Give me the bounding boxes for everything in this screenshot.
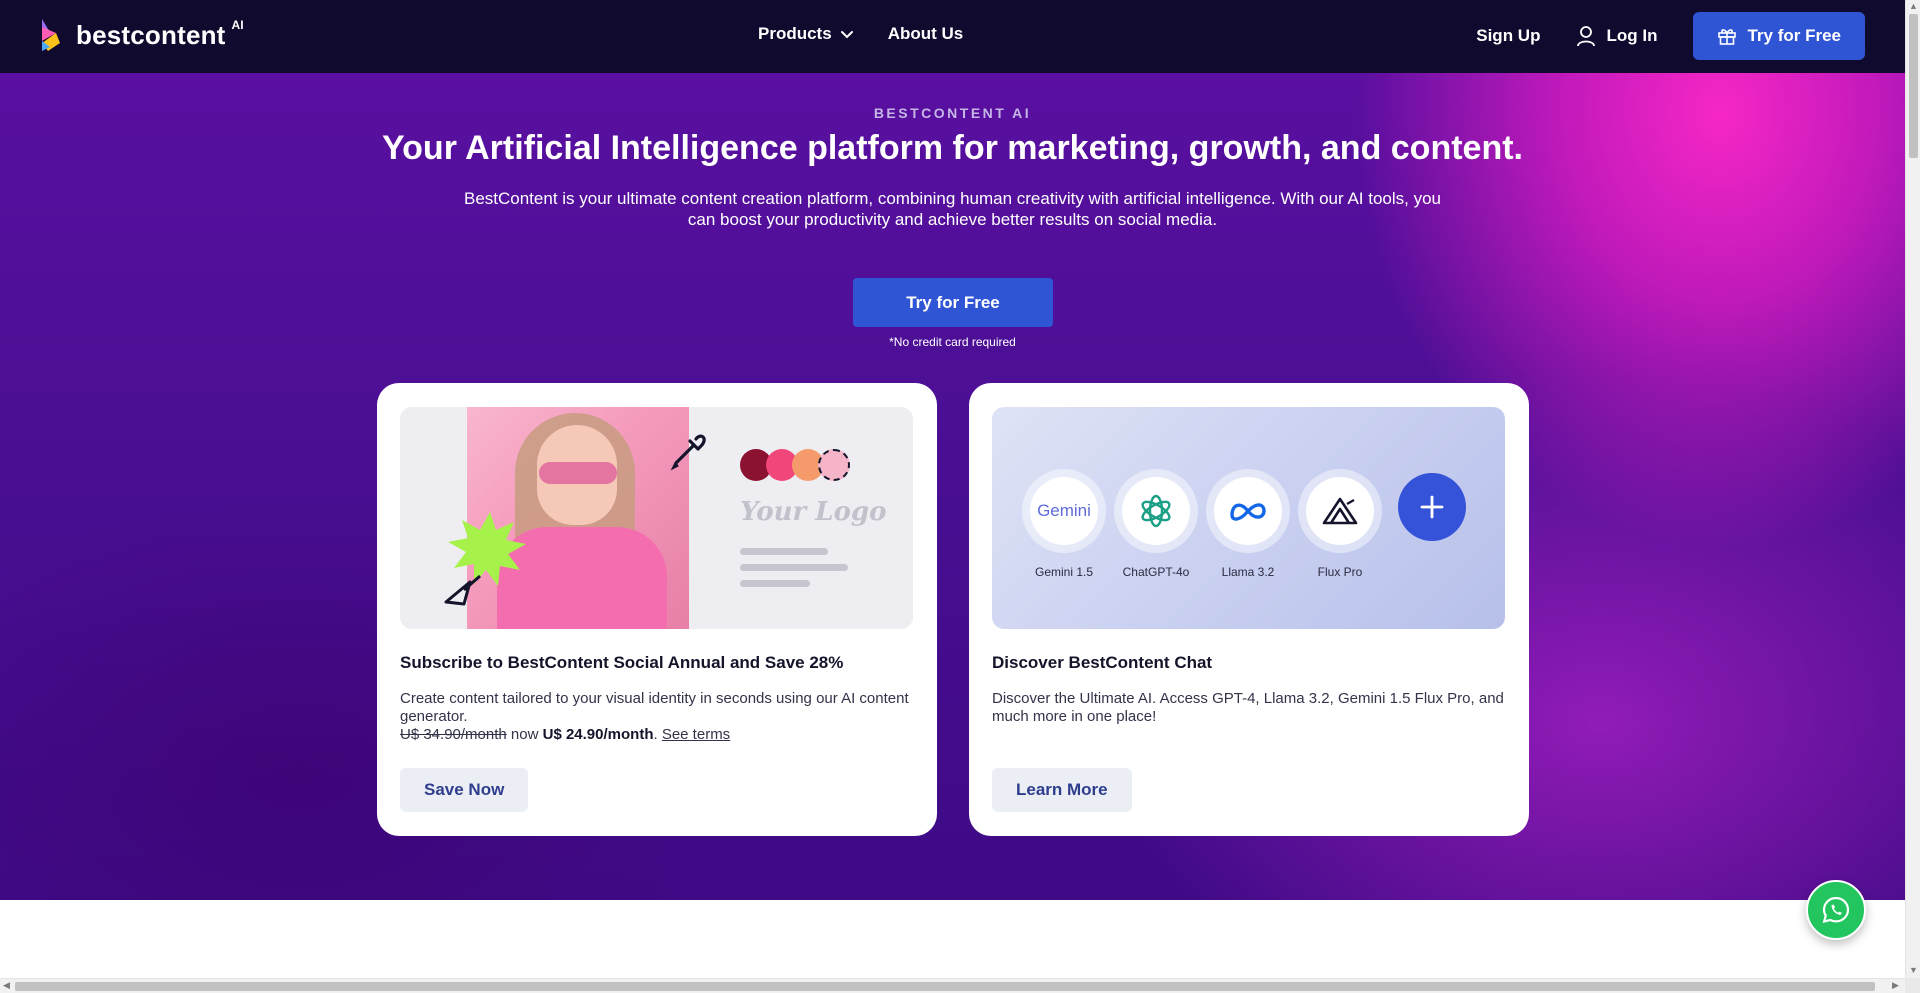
bestcontent-logo-icon bbox=[42, 19, 60, 51]
social-promo-image: Your Logo bbox=[400, 407, 913, 629]
gift-icon bbox=[1718, 29, 1737, 45]
model-label: ChatGPT-4o bbox=[1122, 565, 1190, 579]
horizontal-scroll-thumb[interactable] bbox=[15, 982, 1875, 991]
scroll-right-arrow-icon[interactable]: ▶ bbox=[1892, 980, 1899, 991]
price-period: . bbox=[653, 726, 662, 743]
horizontal-scrollbar[interactable]: ◀ ▶ bbox=[0, 978, 1905, 993]
flux-icon bbox=[1322, 497, 1358, 525]
hero-title: Your Artificial Intelligence platform fo… bbox=[382, 129, 1523, 167]
your-logo-placeholder: Your Logo bbox=[740, 497, 887, 527]
price-now-word: now bbox=[506, 726, 543, 743]
nav-products-label: Products bbox=[758, 24, 832, 43]
no-credit-card-note: *No credit card required bbox=[889, 335, 1016, 349]
nav-products-dropdown[interactable]: Products bbox=[758, 24, 854, 44]
nav-about-link[interactable]: About Us bbox=[888, 24, 964, 44]
nav-try-free-label: Try for Free bbox=[1747, 26, 1841, 45]
hero-section: BESTCONTENT AI Your Artificial Intellige… bbox=[0, 73, 1905, 900]
model-label: Llama 3.2 bbox=[1221, 565, 1275, 579]
bestcontent-chat-card: Gemini Gemini 1.5 ChatGPT-4o Llama 3.2 F… bbox=[969, 383, 1529, 836]
signup-link[interactable]: Sign Up bbox=[1476, 26, 1540, 46]
main-nav: Products About Us bbox=[758, 24, 963, 44]
placeholder-line bbox=[740, 564, 848, 571]
brand-ai-badge: AI bbox=[231, 18, 244, 32]
chevron-down-icon bbox=[840, 31, 853, 39]
eyedropper-icon bbox=[670, 434, 706, 471]
model-llama: Llama 3.2 bbox=[1206, 469, 1290, 579]
social-annual-card: Your Logo Subscribe to BestContent Socia… bbox=[377, 383, 937, 836]
hero-subtitle: BestContent is your ultimate content cre… bbox=[463, 189, 1441, 229]
model-gemini: Gemini Gemini 1.5 bbox=[1022, 469, 1106, 579]
model-chatgpt: ChatGPT-4o bbox=[1114, 469, 1198, 579]
user-icon bbox=[1577, 26, 1596, 47]
save-now-button[interactable]: Save Now bbox=[400, 768, 529, 812]
color-swatches bbox=[740, 449, 850, 481]
login-link[interactable]: Log In bbox=[1576, 25, 1657, 47]
scroll-left-arrow-icon[interactable]: ◀ bbox=[3, 980, 10, 991]
card-title: Subscribe to BestContent Social Annual a… bbox=[400, 653, 844, 672]
old-price: U$ 34.90/month bbox=[400, 726, 507, 743]
hero-try-free-button[interactable]: Try for Free bbox=[853, 278, 1053, 327]
brand-name: bestcontent bbox=[76, 19, 226, 50]
model-label: Flux Pro bbox=[1317, 565, 1363, 579]
vertical-scrollbar[interactable]: ▲ ▼ bbox=[1905, 0, 1920, 978]
new-price: U$ 24.90/month bbox=[542, 726, 654, 743]
card-title: Discover BestContent Chat bbox=[992, 653, 1213, 672]
scroll-down-arrow-icon[interactable]: ▼ bbox=[1909, 965, 1918, 975]
card-description-text: Create content tailored to your visual i… bbox=[400, 690, 909, 725]
more-models-plus bbox=[1398, 473, 1466, 541]
gemini-icon: Gemini bbox=[1037, 501, 1091, 520]
hero-eyebrow: BESTCONTENT AI bbox=[873, 105, 1032, 121]
meta-icon bbox=[1230, 503, 1266, 521]
top-navbar: bestcontent AI Products About Us Sign Up… bbox=[0, 0, 1905, 73]
chatgpt-icon bbox=[1141, 494, 1171, 528]
swatch-4 bbox=[818, 449, 850, 481]
scrollbar-corner bbox=[1905, 978, 1920, 993]
starburst-cursor-graphic bbox=[444, 512, 526, 606]
nav-try-free-button[interactable]: Try for Free bbox=[1693, 12, 1865, 60]
ai-models-image: Gemini Gemini 1.5 ChatGPT-4o Llama 3.2 F… bbox=[992, 407, 1505, 629]
login-label: Log In bbox=[1606, 26, 1658, 45]
card-description: Discover the Ultimate AI. Access GPT-4, … bbox=[992, 690, 1504, 725]
nav-actions: Sign Up Log In Try for Free bbox=[1476, 12, 1865, 60]
scroll-up-arrow-icon[interactable]: ▲ bbox=[1909, 1, 1918, 11]
brand-logo-link[interactable]: bestcontent AI bbox=[38, 17, 250, 53]
learn-more-button[interactable]: Learn More bbox=[992, 768, 1132, 812]
placeholder-line bbox=[740, 548, 828, 555]
placeholder-line bbox=[740, 580, 810, 587]
nav-about-label: About Us bbox=[887, 24, 964, 43]
whatsapp-chat-button[interactable] bbox=[1806, 880, 1866, 940]
vertical-scroll-thumb[interactable] bbox=[1909, 14, 1918, 158]
model-flux: Flux Pro bbox=[1298, 469, 1382, 579]
model-label: Gemini 1.5 bbox=[1034, 565, 1094, 579]
plus-icon bbox=[1420, 495, 1444, 519]
see-terms-link[interactable]: See terms bbox=[662, 726, 730, 743]
card-description: Create content tailored to your visual i… bbox=[400, 690, 915, 744]
whatsapp-icon bbox=[1822, 896, 1850, 924]
